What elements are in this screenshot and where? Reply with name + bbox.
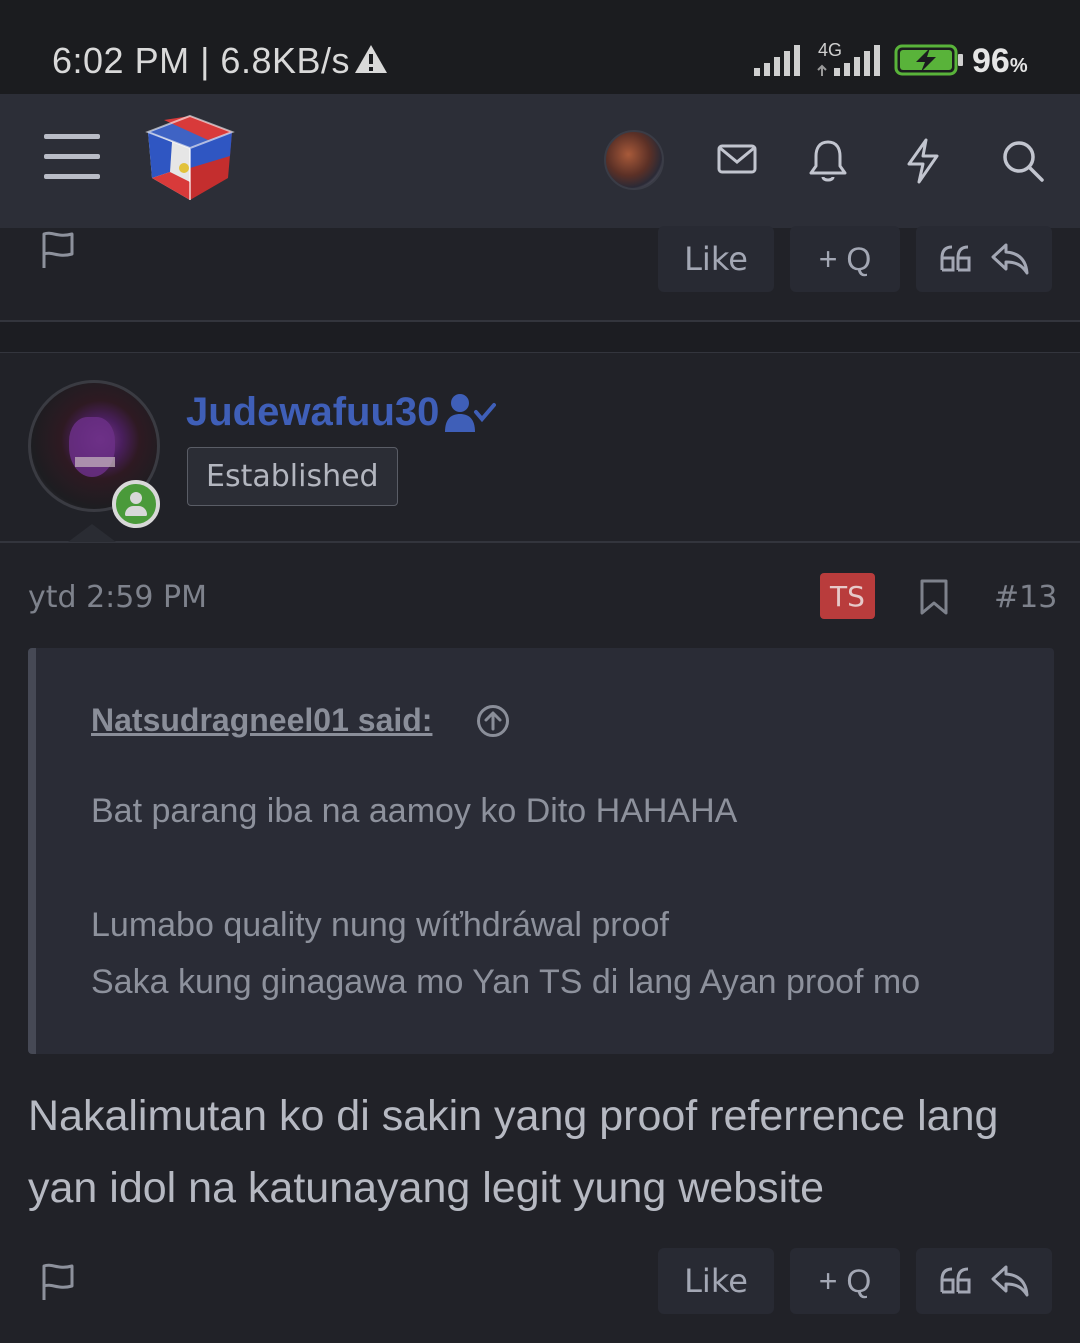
verified-user-icon <box>445 394 496 432</box>
signal-4g-icon <box>817 45 880 76</box>
app-header <box>0 94 1080 228</box>
quote-icon <box>940 1267 971 1294</box>
battery-icon <box>894 44 963 76</box>
quote-text-line: Lumabo quality nung wíťhdráwal proof <box>91 906 669 944</box>
search-icon[interactable] <box>1000 138 1046 184</box>
prev-post-actions: Like + Q <box>0 226 1080 296</box>
menu-icon[interactable] <box>44 134 100 182</box>
bell-icon[interactable] <box>808 138 848 184</box>
divider <box>0 541 1080 543</box>
battery-percent: 96% <box>972 42 1028 81</box>
mail-icon[interactable] <box>716 138 758 180</box>
divider <box>0 352 1080 353</box>
avatar-pointer <box>68 524 116 542</box>
post-message: Nakalimutan ko di sakin yang proof refer… <box>28 1092 999 1212</box>
quote-text-line: Saka kung ginagawa mo Yan TS di lang Aya… <box>91 963 921 1001</box>
post-timestamp[interactable]: ytd 2:59 PM <box>28 580 207 615</box>
signal-icon <box>754 45 800 76</box>
battery-value: 96 <box>972 42 1010 80</box>
multi-quote-button[interactable]: + Q <box>790 1248 900 1314</box>
quote-icon <box>940 245 971 272</box>
post-number[interactable]: #13 <box>994 580 1057 615</box>
like-button[interactable]: Like <box>658 226 774 292</box>
multi-quote-button[interactable]: + Q <box>790 226 900 292</box>
post-actions: Like + Q <box>0 1248 1080 1318</box>
quote-text-line: Bat parang iba na aamoy ko Dito HAHAHA <box>91 792 738 830</box>
quote-reply-button[interactable] <box>916 1248 1052 1314</box>
bookmark-icon[interactable] <box>918 578 950 616</box>
thread-starter-badge: TS <box>820 573 875 619</box>
reply-icon <box>991 1265 1029 1297</box>
user-avatar[interactable] <box>604 130 664 190</box>
report-flag-icon[interactable] <box>40 230 76 270</box>
post-gap <box>0 322 1080 352</box>
reply-icon <box>991 243 1029 275</box>
report-flag-icon[interactable] <box>40 1262 76 1302</box>
quote-author-link[interactable]: Natsudragneel01 said: <box>91 702 432 739</box>
user-role-badge: Established <box>187 447 398 506</box>
status-bar: 6:02 PM | 6.8KB/s 4G 96% <box>0 0 1080 94</box>
status-time: 6:02 PM | 6.8KB/s <box>52 40 350 81</box>
jump-to-quote-icon[interactable] <box>476 704 510 738</box>
author-username[interactable]: Judewafuu30 <box>186 390 439 435</box>
like-button[interactable]: Like <box>658 1248 774 1314</box>
online-status-icon <box>112 480 160 528</box>
warning-icon <box>355 45 387 73</box>
lightning-icon[interactable] <box>904 138 942 184</box>
battery-unit: % <box>1009 55 1028 77</box>
quote-reply-button[interactable] <box>916 226 1052 292</box>
site-logo[interactable] <box>142 112 238 204</box>
